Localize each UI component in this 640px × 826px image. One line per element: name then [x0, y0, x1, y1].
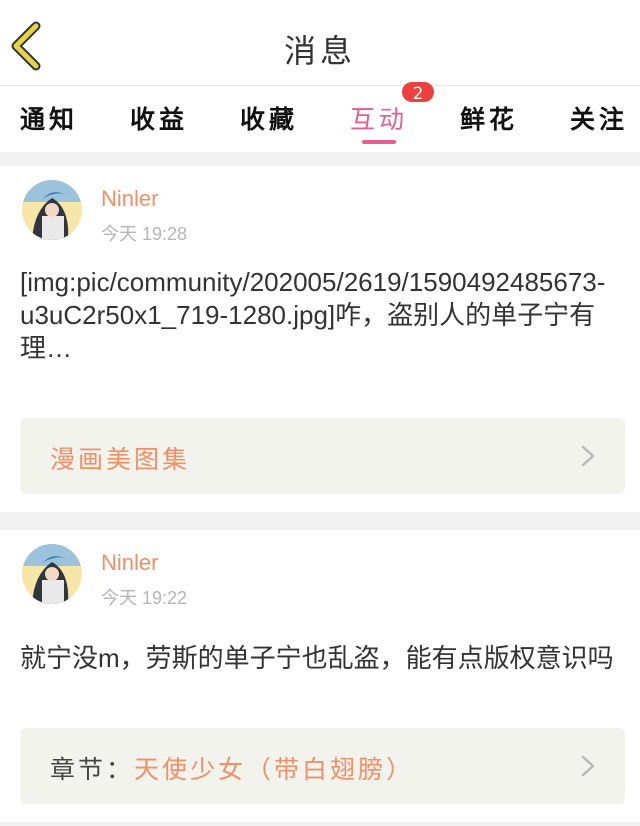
tab-interactions[interactable]: 互动 [350, 100, 408, 136]
unread-badge: 2 [400, 80, 436, 104]
message-content[interactable]: [img:pic/community/202005/2619/159049248… [20, 266, 618, 365]
reference-title: 漫画美图集 [50, 445, 191, 474]
timestamp: 今天 19:28 [101, 224, 188, 244]
tab-following[interactable]: 关注 [570, 100, 628, 136]
avatar[interactable] [22, 544, 82, 604]
message-card: Ninler 今天 19:22 就宁没m，劳斯的单子宁也乱盗，能有点版权意识吗 … [0, 530, 640, 822]
reference-link[interactable]: 漫画美图集 [20, 418, 625, 494]
tab-earnings[interactable]: 收益 [130, 100, 188, 136]
page-title: 消息 [283, 32, 356, 70]
message-content[interactable]: 就宁没m，劳斯的单子宁也乱盗，能有点版权意识吗 [20, 642, 618, 675]
chevron-right-icon [581, 755, 595, 777]
tab-flowers[interactable]: 鲜花 [460, 100, 518, 136]
timestamp: 今天 19:22 [101, 588, 188, 608]
tab-notifications[interactable]: 通知 [20, 100, 78, 136]
top-bar: 消息 [0, 0, 640, 86]
username[interactable]: Ninler [101, 550, 158, 576]
tab-bar: 通知 收益 收藏 互动 鲜花 关注 [0, 86, 640, 152]
active-tab-indicator [362, 140, 396, 144]
avatar[interactable] [22, 180, 82, 240]
reference-link[interactable]: 章节：天使少女（带白翅膀） [20, 728, 625, 804]
message-card: Ninler 今天 19:28 [img:pic/community/20200… [0, 166, 640, 512]
reference-prefix: 章节： [50, 755, 135, 784]
chevron-right-icon [581, 445, 595, 467]
username[interactable]: Ninler [101, 186, 158, 212]
reference-title: 天使少女（带白翅膀） [134, 755, 415, 784]
tab-favorites[interactable]: 收藏 [240, 100, 298, 136]
